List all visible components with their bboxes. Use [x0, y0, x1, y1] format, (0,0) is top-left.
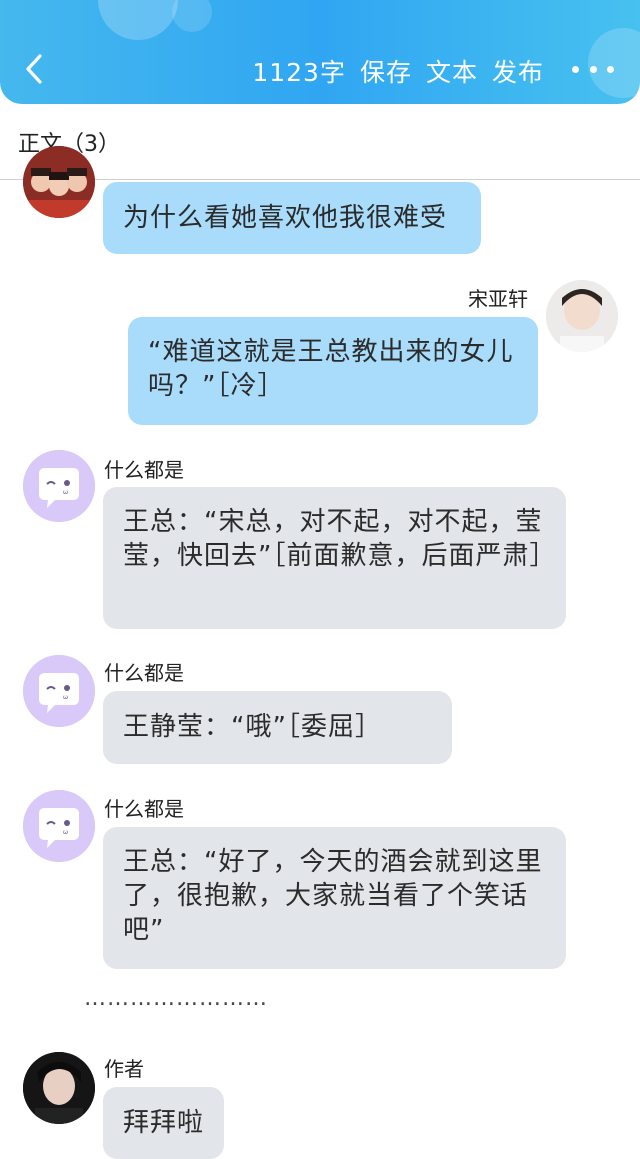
svg-text:ω: ω — [63, 694, 68, 701]
speaker-name: 作者 — [104, 1057, 144, 1081]
svg-text:ω: ω — [63, 489, 68, 496]
decor-bubble — [98, 0, 178, 40]
speaker-name: 什么都是 — [104, 458, 184, 482]
speaker-name: 什么都是 — [104, 661, 184, 685]
avatar-photo-icon — [23, 146, 95, 218]
svg-text:ω: ω — [63, 829, 68, 836]
chevron-left-icon — [26, 54, 42, 84]
message-bubble[interactable]: 王总：“宋总，对不起，对不起，莹莹，快回去”［前面歉意，后面严肃］ — [103, 487, 566, 629]
message-text: 王总：“好了，今天的酒会就到这里了，很抱歉，大家就当看了个笑话吧” — [123, 847, 543, 945]
speaker-name: 宋亚轩 — [468, 287, 528, 311]
avatar[interactable]: ω — [23, 655, 95, 727]
message-bubble[interactable]: 王总：“好了，今天的酒会就到这里了，很抱歉，大家就当看了个笑话吧” — [103, 827, 566, 969]
message-text: 拜拜啦 — [123, 1108, 205, 1138]
avatar[interactable]: ω — [23, 790, 95, 862]
word-count[interactable]: 1123字 — [252, 53, 346, 89]
chat-bubble-icon: ω — [23, 655, 95, 727]
speaker-name: 什么都是 — [104, 797, 184, 821]
message-text: 王总：“宋总，对不起，对不起，莹莹，快回去”［前面歉意，后面严肃］ — [123, 507, 557, 571]
message-bubble[interactable]: 拜拜啦 — [103, 1087, 224, 1159]
message-text: 王静莹：“哦”［委屈］ — [123, 712, 382, 742]
more-icon[interactable] — [572, 62, 614, 76]
header-actions: 1123字 保存 文本 发布 — [252, 55, 544, 87]
back-button[interactable] — [20, 52, 50, 86]
avatar[interactable] — [23, 1052, 95, 1124]
message-text: “难道这就是王总教出来的女儿吗？”［冷］ — [148, 337, 514, 401]
save-button[interactable]: 保存 — [360, 53, 412, 89]
avatar[interactable] — [23, 146, 95, 218]
publish-button[interactable]: 发布 — [492, 53, 544, 89]
chat-bubble-icon: ω — [23, 790, 95, 862]
message-text: 为什么看她喜欢他我很难受 — [123, 203, 448, 233]
message-bubble[interactable]: “难道这就是王总教出来的女儿吗？”［冷］ — [128, 317, 538, 425]
message-bubble[interactable]: 为什么看她喜欢他我很难受 — [103, 182, 481, 254]
text-button[interactable]: 文本 — [426, 53, 478, 89]
avatar-photo-icon — [546, 280, 618, 352]
avatar-photo-icon — [23, 1052, 95, 1124]
avatar[interactable]: ω — [23, 450, 95, 522]
top-bar: 1123字 保存 文本 发布 — [0, 0, 640, 104]
decor-bubble — [172, 0, 212, 32]
avatar[interactable] — [546, 280, 618, 352]
chat-bubble-icon: ω — [23, 450, 95, 522]
message-bubble[interactable]: 王静莹：“哦”［委屈］ — [103, 691, 452, 764]
separator-dots: …………………… — [84, 986, 268, 1011]
